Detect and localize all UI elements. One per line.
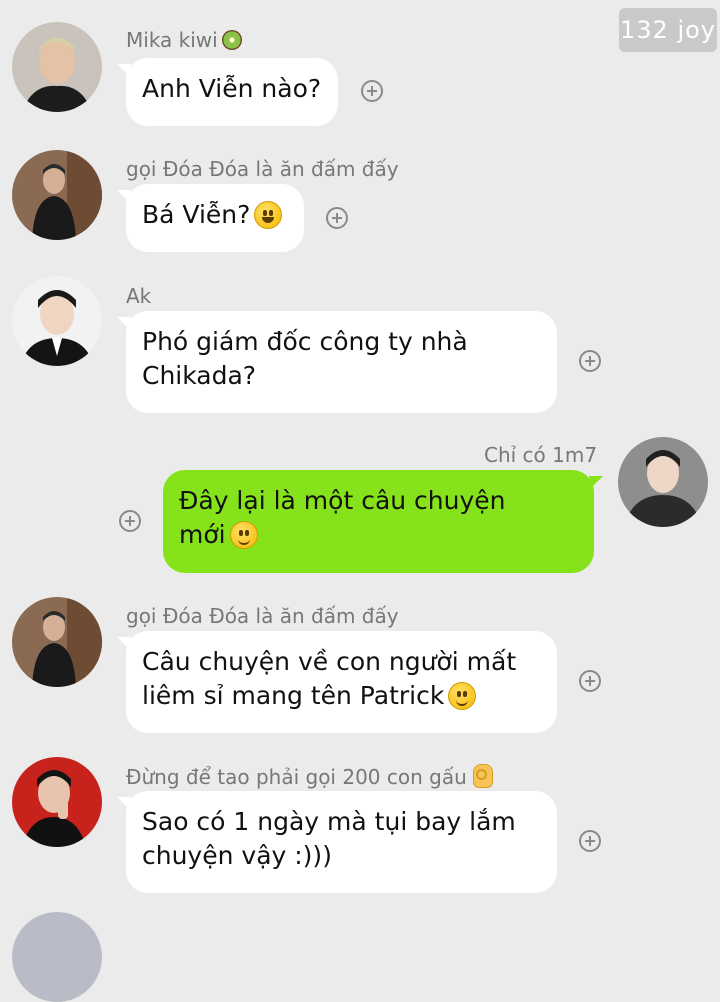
- plus-circle-icon[interactable]: [361, 80, 383, 102]
- message-bubble[interactable]: Sao có 1 ngày mà tụi bay lắm chuyện vậy …: [117, 791, 557, 893]
- plus-circle-icon[interactable]: [579, 670, 601, 692]
- avatar-photo: [12, 597, 102, 687]
- avatar-photo: [618, 437, 708, 527]
- avatar-photo: [12, 150, 102, 240]
- avatar[interactable]: [12, 757, 102, 847]
- avatar-photo: [12, 912, 102, 1002]
- sender-name: Mika kiwi: [126, 28, 242, 52]
- avatar[interactable]: [618, 437, 708, 527]
- message-bubble[interactable]: Anh Viễn nào?: [117, 58, 338, 126]
- slightly-smiling-face-emoji: [448, 682, 477, 710]
- sender-name: Chỉ có 1m7: [484, 443, 598, 467]
- message-bubble[interactable]: Câu chuyện về con người mất liêm sỉ mang…: [117, 631, 557, 733]
- avatar[interactable]: [12, 22, 102, 112]
- avatar-photo: [12, 276, 102, 366]
- avatar[interactable]: [12, 912, 102, 1002]
- ok-hand-emoji: [472, 764, 493, 788]
- kiwi-emoji: [221, 30, 242, 50]
- message-bubble[interactable]: Phó giám đốc công ty nhà Chikada?: [117, 311, 557, 413]
- avatar-photo: [12, 757, 102, 847]
- message-bubble[interactable]: Bá Viễn?: [117, 184, 304, 252]
- avatar[interactable]: [12, 276, 102, 366]
- plus-circle-icon[interactable]: [579, 350, 601, 372]
- avatar[interactable]: [12, 597, 102, 687]
- grinning-face-emoji: [254, 201, 283, 229]
- sender-name: Đừng để tao phải gọi 200 con gấu: [126, 764, 493, 789]
- sender-name: Ak: [126, 284, 152, 308]
- sender-name: gọi Đóa Đóa là ăn đấm đấy: [126, 157, 399, 181]
- plus-circle-icon[interactable]: [579, 830, 601, 852]
- plus-circle-icon[interactable]: [119, 510, 141, 532]
- message-bubble-own[interactable]: Đây lại là một câu chuyện mới: [163, 470, 603, 573]
- slightly-smiling-face-emoji: [229, 521, 258, 549]
- watermark: 132 joy: [619, 8, 717, 52]
- avatar[interactable]: [12, 150, 102, 240]
- avatar-photo: [12, 22, 102, 112]
- sender-name: gọi Đóa Đóa là ăn đấm đấy: [126, 604, 399, 628]
- plus-circle-icon[interactable]: [326, 207, 348, 229]
